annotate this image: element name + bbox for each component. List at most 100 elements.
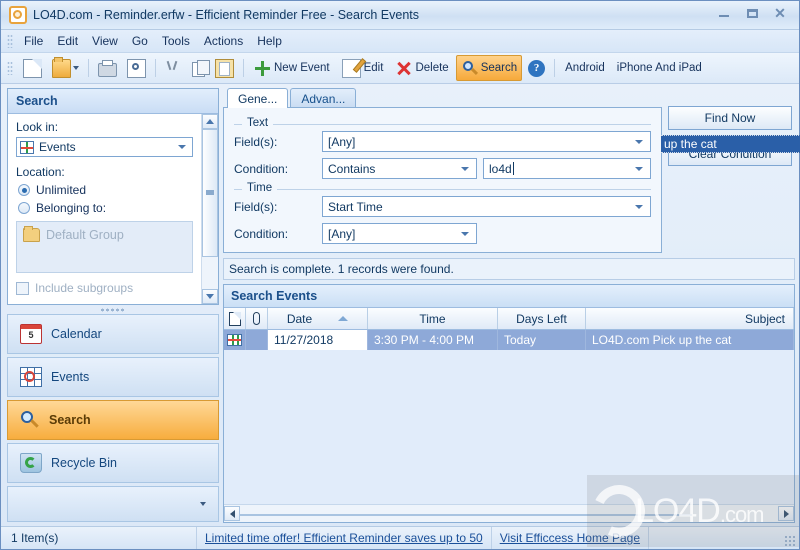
nav-item-calendar[interactable]: Calendar xyxy=(7,314,219,354)
panel-splitter[interactable] xyxy=(7,305,219,314)
scroll-up-button[interactable] xyxy=(202,114,218,129)
chevron-down-icon[interactable] xyxy=(635,166,643,171)
search-criteria-panel: Search Look in: Events Location: Unlimit… xyxy=(7,88,219,305)
nav-item-events[interactable]: Events xyxy=(7,357,219,397)
scroll-right-button[interactable] xyxy=(778,506,794,521)
column-header-date[interactable]: Date xyxy=(268,308,368,329)
time-field-label: Field(s): xyxy=(234,199,278,214)
status-home-page-link[interactable]: Visit Efficcess Home Page xyxy=(492,527,649,549)
toolbar-copy-button[interactable] xyxy=(188,55,210,81)
text-condition-select[interactable]: Contains xyxy=(322,158,477,179)
nav-item-calendar-label: Calendar xyxy=(51,327,102,341)
text-fieldset: Text xyxy=(234,117,651,129)
include-subgroups-label: Include subgroups xyxy=(35,281,134,295)
navigation-list: Calendar Events Search Recycle Bin xyxy=(7,314,219,523)
time-field-select[interactable]: Start Time xyxy=(322,196,651,217)
edit-pencil-icon xyxy=(341,58,361,78)
radio-unlimited-dot xyxy=(18,184,30,196)
menu-actions[interactable]: Actions xyxy=(197,32,250,50)
menu-help[interactable]: Help xyxy=(250,32,289,50)
delete-x-icon xyxy=(395,60,412,77)
resize-grip-icon[interactable] xyxy=(784,535,796,547)
menu-go[interactable]: Go xyxy=(125,32,155,50)
column-header-document[interactable] xyxy=(224,308,246,329)
toolbar-separator xyxy=(155,59,156,77)
table-row[interactable]: 11/27/2018 3:30 PM - 4:00 PM Today LO4D.… xyxy=(224,330,794,350)
close-icon[interactable]: ✕ xyxy=(767,3,793,23)
time-field-row: Field(s): Start Time xyxy=(234,196,651,217)
triangle-right-icon xyxy=(783,509,789,518)
search-keyword-input[interactable]: lo4d xyxy=(483,158,651,179)
toolbar-paste-button[interactable] xyxy=(211,55,238,81)
look-in-select[interactable]: Events xyxy=(16,137,193,157)
menu-view[interactable]: View xyxy=(85,32,125,50)
search-panel-scrollbar[interactable] xyxy=(201,114,218,304)
help-icon: ? xyxy=(528,59,546,77)
tab-advanced[interactable]: Advan... xyxy=(290,88,357,108)
scroll-left-button[interactable] xyxy=(224,506,240,521)
toolbar-new-document-button[interactable] xyxy=(19,55,46,81)
text-field-select[interactable]: [Any] xyxy=(322,131,651,152)
toolbar-search-button[interactable]: Search xyxy=(455,55,523,81)
find-now-button[interactable]: Find Now xyxy=(668,106,792,130)
toolbar-edit-button[interactable]: Edit xyxy=(337,55,389,81)
text-field-row: Field(s): [Any] xyxy=(234,131,651,152)
menu-file[interactable]: File xyxy=(17,32,50,50)
chevron-down-icon[interactable] xyxy=(178,145,186,149)
column-header-days-left[interactable]: Days Left xyxy=(498,308,586,329)
cut-icon xyxy=(165,60,182,77)
main-area: Search Look in: Events Location: Unlimit… xyxy=(1,84,800,523)
toolbar-delete-button[interactable]: Delete xyxy=(390,55,453,81)
chevron-down-icon[interactable] xyxy=(635,204,643,209)
toolbar-open-button[interactable] xyxy=(48,55,83,81)
toolbar-print-preview-button[interactable] xyxy=(123,55,150,81)
time-condition-select[interactable]: [Any] xyxy=(322,223,477,244)
column-header-subject[interactable]: Subject xyxy=(586,308,794,329)
menu-edit[interactable]: Edit xyxy=(50,32,85,50)
triangle-up-icon xyxy=(206,119,214,124)
results-grid-header: Date Time Days Left Subject xyxy=(224,308,794,330)
scroll-thumb[interactable] xyxy=(202,129,218,257)
event-grid-icon xyxy=(227,334,242,346)
column-header-time[interactable]: Time xyxy=(368,308,498,329)
horizontal-scroll-thumb[interactable] xyxy=(240,513,692,516)
group-list-box[interactable]: Default Group xyxy=(16,221,193,273)
scroll-track[interactable] xyxy=(202,129,218,289)
include-subgroups-checkbox[interactable]: Include subgroups xyxy=(16,281,193,295)
nav-item-recycle-bin[interactable]: Recycle Bin xyxy=(7,443,219,483)
time-field-value: Start Time xyxy=(328,199,383,214)
tab-general[interactable]: Gene... xyxy=(227,88,289,108)
status-offer-link[interactable]: Limited time offer! Efficient Reminder s… xyxy=(197,527,492,549)
toolbar-new-event-button[interactable]: New Event xyxy=(249,55,335,81)
row-type-icon-cell xyxy=(224,330,246,350)
nav-item-recycle-bin-label: Recycle Bin xyxy=(51,456,117,470)
column-header-attachment[interactable] xyxy=(246,308,268,329)
chevron-down-icon[interactable] xyxy=(73,66,79,70)
left-column: Search Look in: Events Location: Unlimit… xyxy=(1,84,219,523)
chevron-down-icon[interactable] xyxy=(461,166,469,171)
toolbar-cut-button[interactable] xyxy=(161,55,186,81)
chevron-down-icon[interactable] xyxy=(635,139,643,144)
content-area: Gene... Advan... Text Field(s): [Any] Co… xyxy=(219,84,800,523)
radio-unlimited[interactable]: Unlimited xyxy=(18,183,193,197)
toolbar-iphone-button[interactable]: iPhone And iPad xyxy=(612,55,707,81)
results-horizontal-scrollbar[interactable] xyxy=(224,504,794,522)
minimize-icon[interactable] xyxy=(711,3,737,23)
scroll-down-button[interactable] xyxy=(202,289,218,304)
sort-ascending-icon xyxy=(338,316,349,321)
toolbar-help-button[interactable]: ? xyxy=(524,55,549,81)
radio-belonging-to[interactable]: Belonging to: xyxy=(18,201,193,215)
maximize-icon[interactable] xyxy=(739,3,765,23)
radio-unlimited-label: Unlimited xyxy=(36,183,87,197)
menu-tools[interactable]: Tools xyxy=(155,32,197,50)
toolbar-print-button[interactable] xyxy=(94,55,121,81)
results-panel: Search Events Date Time Days Left Subjec… xyxy=(223,284,795,523)
search-panel-content: Look in: Events Location: Unlimited Belo… xyxy=(8,114,201,304)
menu-grip-icon xyxy=(7,34,13,48)
nav-item-search[interactable]: Search xyxy=(7,400,219,440)
chevron-down-icon[interactable] xyxy=(461,231,469,236)
text-field-label: Field(s): xyxy=(234,134,278,149)
nav-more-button[interactable] xyxy=(7,486,219,522)
toolbar-android-button[interactable]: Android xyxy=(560,55,610,81)
floating-selected-row-overlay: up the cat xyxy=(661,135,800,153)
